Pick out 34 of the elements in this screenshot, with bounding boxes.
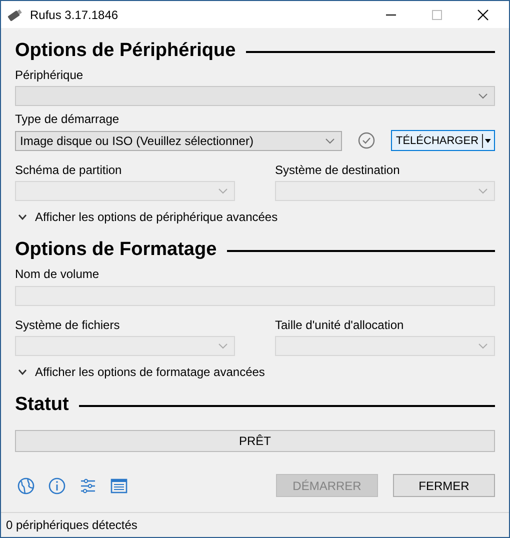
section-heading: Options de Formatage [15, 239, 217, 261]
close-icon[interactable] [477, 8, 489, 20]
chevron-down-icon [478, 188, 488, 194]
globe-icon[interactable] [17, 476, 35, 494]
checkmark-icon[interactable] [358, 132, 375, 149]
chevron-down-icon [478, 93, 488, 99]
usb-drive-icon [7, 8, 23, 20]
field-label: Système de destination [275, 163, 401, 178]
chevron-icon [18, 369, 27, 375]
window-title: Rufus 3.17.1846 [30, 8, 118, 22]
chevron-icon [18, 214, 27, 220]
field-label: Système de fichiers [15, 318, 121, 333]
caret-icon [485, 138, 491, 144]
field-label: Schéma de partition [15, 163, 123, 178]
boot-type-dropdown[interactable]: Image disque ou ISO (Veuillez sélectionner) [15, 130, 342, 150]
section-heading: Options de Périphérique [15, 40, 236, 62]
field-label: Périphérique [15, 68, 84, 83]
status-text: 0 périphériques détectés [6, 518, 138, 532]
field-label: Nom de volume [15, 267, 100, 282]
chevron-down-icon [478, 343, 488, 349]
advanced-options-toggle[interactable]: Afficher les options de périphérique avancées [15, 209, 278, 225]
advanced-options-toggle[interactable]: Afficher les options de formatage avancées [15, 364, 265, 380]
sliders-icon[interactable] [79, 476, 97, 494]
info-icon[interactable] [48, 476, 66, 494]
section-heading: Statut [15, 394, 69, 416]
log-table-icon[interactable] [110, 476, 128, 494]
chevron-down-icon [325, 138, 335, 144]
volume-name-field[interactable] [15, 286, 495, 306]
chevron-down-icon [218, 188, 228, 194]
chevron-down-icon [218, 343, 228, 349]
download-button[interactable]: TÉLÉCHARGER [391, 130, 495, 151]
close-button[interactable]: FERMER [393, 474, 495, 497]
field-label: Taille d'unité d'allocation [275, 318, 405, 333]
field-label: Type de démarrage [15, 112, 120, 127]
